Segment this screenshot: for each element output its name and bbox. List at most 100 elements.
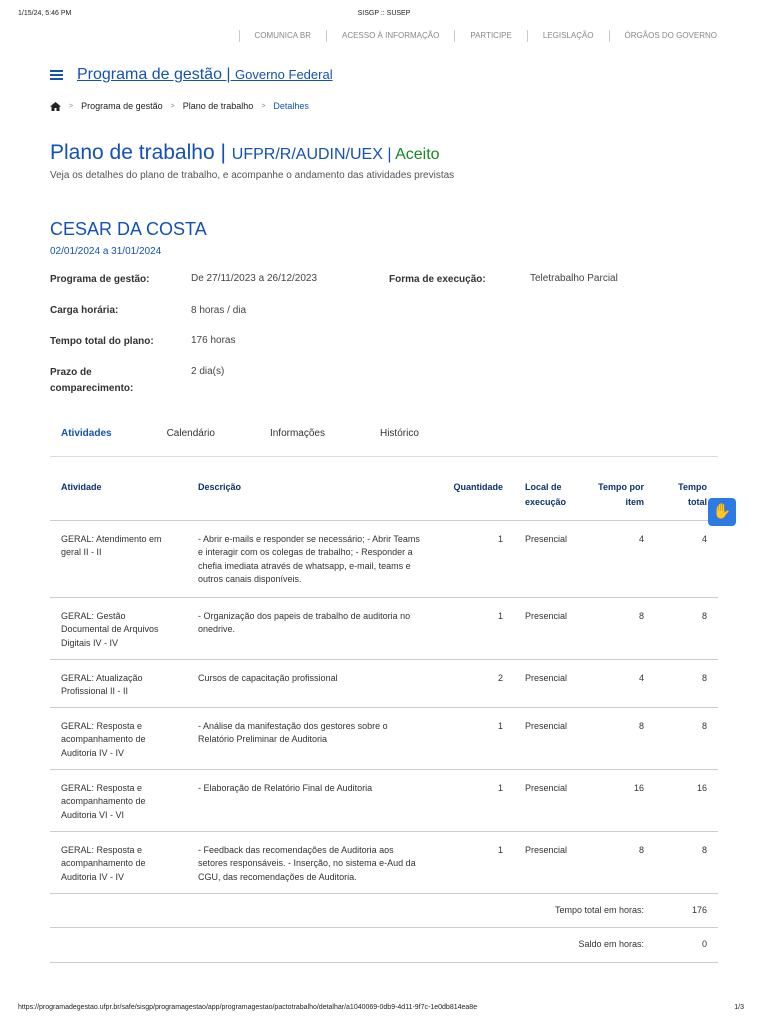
- govbar-link[interactable]: PARTICIPE: [454, 30, 527, 42]
- brand-title: Programa de gestão |: [77, 66, 236, 83]
- col-local: Local de execução: [514, 472, 584, 521]
- cell-local: Presencial: [514, 520, 584, 598]
- cell-local: Presencial: [514, 597, 584, 660]
- forma-label: Forma de execução:: [389, 274, 486, 285]
- cell-local: Presencial: [514, 769, 584, 832]
- gov-bar: COMUNICA BR ACESSO À INFORMAÇÃO PARTICIP…: [238, 30, 732, 42]
- col-atividade: Atividade: [50, 472, 187, 521]
- cell-quantidade: 1: [435, 769, 514, 832]
- cell-atividade: GERAL: Atendimento em geral II - II: [50, 520, 187, 598]
- col-descricao: Descrição: [187, 472, 435, 521]
- cell-quantidade: 1: [435, 520, 514, 598]
- cell-atividade: GERAL: Resposta e acompanhamento de Audi…: [50, 769, 187, 832]
- menu-icon[interactable]: [50, 70, 63, 80]
- chevron-icon: >: [261, 102, 266, 110]
- total-label: Tempo total em horas:: [50, 893, 655, 928]
- cell-atividade: GERAL: Gestão Documental de Arquivos Dig…: [50, 597, 187, 660]
- home-icon[interactable]: [50, 101, 61, 111]
- cell-tempo-item: 4: [584, 520, 655, 598]
- cell-tempo-total: 8: [655, 707, 718, 770]
- status-badge: Aceito: [395, 146, 440, 163]
- activities-table: Atividade Descrição Quantidade Local de …: [50, 472, 718, 963]
- cell-tempo-total: 4: [655, 520, 718, 598]
- chevron-icon: >: [69, 102, 74, 110]
- cell-descricao: - Abrir e-mails e responder se necessári…: [187, 520, 435, 598]
- carga-label: Carga horária:: [50, 305, 119, 316]
- saldo-value: 0: [655, 927, 718, 963]
- table-row: GERAL: Atendimento em geral II - II - Abr…: [50, 520, 718, 598]
- tempo-value: 176 horas: [191, 335, 236, 346]
- table-row: GERAL: Resposta e acompanhamento de Audi…: [50, 831, 718, 894]
- govbar-link[interactable]: ÓRGÃOS DO GOVERNO: [608, 30, 732, 42]
- cell-descricao: - Organização dos papeis de trabalho de …: [187, 597, 435, 660]
- tempo-label: Tempo total do plano:: [50, 336, 154, 347]
- cell-quantidade: 1: [435, 707, 514, 770]
- cell-descricao: - Elaboração de Relatório Final de Audit…: [187, 769, 435, 832]
- page-description: Veja os detalhes do plano de trabalho, e…: [50, 170, 455, 181]
- col-tempo-item: Tempo por item: [584, 472, 655, 521]
- tab-informacoes[interactable]: Informações: [270, 428, 325, 439]
- cell-tempo-item: 16: [584, 769, 655, 832]
- table-row: GERAL: Atualização Profissional II - II C…: [50, 659, 718, 708]
- cell-descricao: - Análise da manifestação dos gestores s…: [187, 707, 435, 770]
- prazo-value: 2 dia(s): [191, 366, 225, 377]
- cell-tempo-item: 8: [584, 707, 655, 770]
- cell-tempo-total: 16: [655, 769, 718, 832]
- cell-local: Presencial: [514, 707, 584, 770]
- chevron-icon: >: [170, 102, 175, 110]
- cell-atividade: GERAL: Resposta e acompanhamento de Audi…: [50, 707, 187, 770]
- tabs: Atividades Calendário Informações Histór…: [61, 428, 474, 439]
- programa-value: De 27/11/2023 a 26/12/2023: [191, 273, 318, 284]
- cell-quantidade: 2: [435, 659, 514, 708]
- saldo-label: Saldo em horas:: [50, 927, 655, 963]
- divider: [50, 456, 718, 457]
- brand-link[interactable]: Programa de gestão | Governo Federal: [77, 66, 333, 84]
- cell-tempo-total: 8: [655, 597, 718, 660]
- govbar-link[interactable]: LEGISLAÇÃO: [526, 30, 609, 42]
- cell-local: Presencial: [514, 659, 584, 708]
- person-name: CESAR DA COSTA: [50, 219, 207, 239]
- table-header: Atividade Descrição Quantidade Local de …: [50, 472, 718, 521]
- total-row: Tempo total em horas: 176: [50, 893, 718, 928]
- accessibility-hand-icon[interactable]: ✋: [708, 498, 736, 526]
- breadcrumb-item[interactable]: Programa de gestão: [81, 101, 163, 111]
- breadcrumb-item[interactable]: Plano de trabalho: [183, 101, 254, 111]
- govbar-link[interactable]: COMUNICA BR: [238, 30, 326, 42]
- cell-atividade: GERAL: Atualização Profissional II - II: [50, 659, 187, 708]
- saldo-row: Saldo em horas: 0: [50, 927, 718, 963]
- govbar-link[interactable]: ACESSO À INFORMAÇÃO: [325, 30, 454, 42]
- cell-tempo-item: 8: [584, 597, 655, 660]
- programa-label: Programa de gestão:: [50, 274, 150, 285]
- cell-descricao: Cursos de capacitação profissional: [187, 659, 435, 708]
- cell-descricao: - Feedback das recomendações de Auditori…: [187, 831, 435, 894]
- cell-tempo-total: 8: [655, 659, 718, 708]
- carga-value: 8 horas / dia: [191, 305, 247, 316]
- print-url: https://programadegestao.ufpr.br/safe/si…: [18, 1004, 478, 1011]
- cell-tempo-item: 8: [584, 831, 655, 894]
- table-row: GERAL: Gestão Documental de Arquivos Dig…: [50, 597, 718, 660]
- cell-quantidade: 1: [435, 597, 514, 660]
- tab-atividades[interactable]: Atividades: [61, 428, 112, 439]
- page-title: Plano de trabalho | UFPR/R/AUDIN/UEX | A…: [50, 141, 440, 165]
- breadcrumb: > Programa de gestão > Plano de trabalho…: [50, 101, 309, 111]
- separator: |: [382, 146, 396, 163]
- cell-atividade: GERAL: Resposta e acompanhamento de Audi…: [50, 831, 187, 894]
- forma-value: Teletrabalho Parcial: [530, 273, 618, 284]
- brand: Programa de gestão | Governo Federal: [50, 66, 333, 84]
- table-row: GERAL: Resposta e acompanhamento de Audi…: [50, 707, 718, 770]
- col-quantidade: Quantidade: [435, 472, 514, 521]
- cell-quantidade: 1: [435, 831, 514, 894]
- tab-historico[interactable]: Histórico: [380, 428, 419, 439]
- total-value: 176: [655, 893, 718, 928]
- print-page-title: SISGP :: SUSEP: [357, 10, 411, 17]
- breadcrumb-current: Detalhes: [273, 101, 309, 111]
- print-page: 1/3: [734, 1004, 744, 1011]
- table-row: GERAL: Resposta e acompanhamento de Audi…: [50, 769, 718, 832]
- unit: UFPR/R/AUDIN/UEX: [231, 146, 383, 163]
- prazo-label: Prazo de comparecimento:: [50, 367, 134, 394]
- tab-calendario[interactable]: Calendário: [167, 428, 215, 439]
- plan-period: 02/01/2024 a 31/01/2024: [50, 246, 162, 257]
- cell-tempo-item: 4: [584, 659, 655, 708]
- brand-sub: Governo Federal: [235, 67, 333, 82]
- title-text: Plano de trabalho |: [50, 141, 232, 164]
